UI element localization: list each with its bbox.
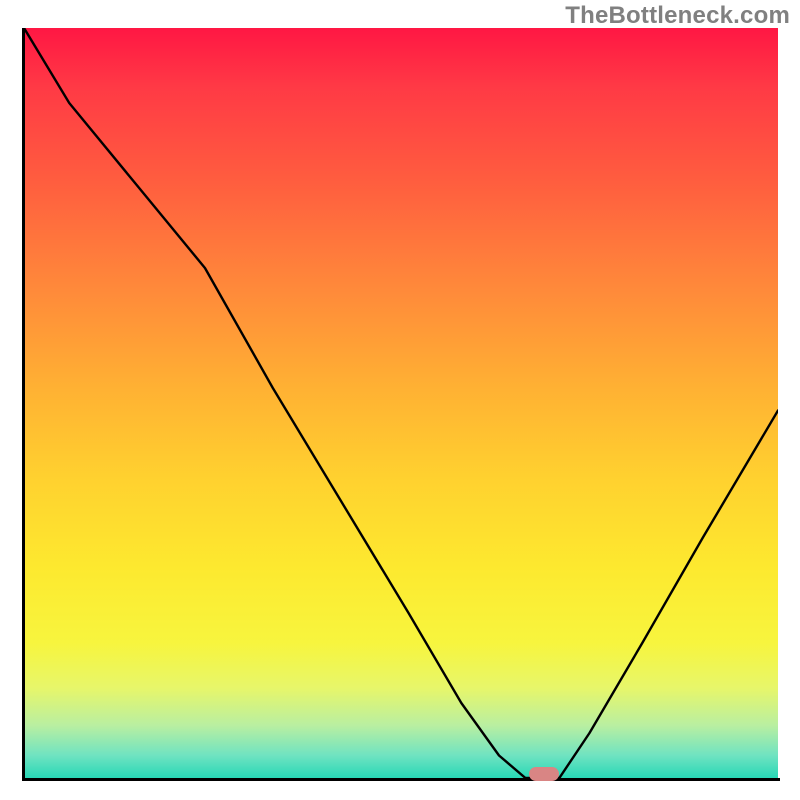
bottleneck-curve-path (24, 28, 778, 778)
optimal-marker (529, 767, 559, 781)
curve-svg (24, 28, 778, 778)
watermark-text: TheBottleneck.com (565, 2, 790, 30)
bottleneck-chart: TheBottleneck.com (0, 0, 800, 800)
x-axis (22, 778, 780, 781)
